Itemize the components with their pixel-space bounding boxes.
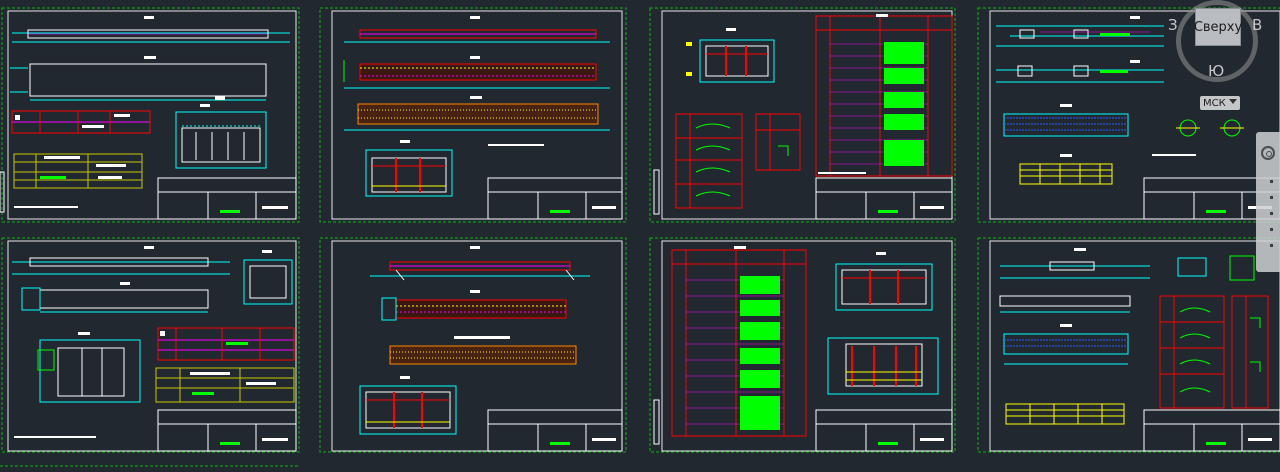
drawing-sheet-5[interactable] bbox=[1, 237, 300, 453]
viewcube[interactable]: Сверху З В Ю bbox=[1168, 0, 1268, 100]
ucs-menu-button[interactable]: МСК bbox=[1200, 96, 1240, 110]
drawing-sheet-3[interactable] bbox=[649, 7, 956, 223]
steering-wheel-icon[interactable] bbox=[1261, 146, 1275, 160]
ucs-menu-label: МСК bbox=[1203, 97, 1226, 109]
compass-east-label[interactable]: В bbox=[1252, 16, 1262, 34]
compass-west-label[interactable]: З bbox=[1168, 16, 1178, 34]
chevron-down-icon bbox=[1229, 99, 1237, 104]
navbar-tool-icon[interactable] bbox=[1270, 196, 1273, 199]
viewcube-top-face[interactable]: Сверху bbox=[1194, 8, 1242, 46]
drawing-canvas[interactable] bbox=[0, 0, 1280, 472]
navbar-tool-icon[interactable] bbox=[1270, 180, 1273, 183]
drawing-sheet-1[interactable] bbox=[0, 7, 300, 223]
drawing-sheet-8[interactable] bbox=[977, 237, 1280, 453]
navbar-tool-icon[interactable] bbox=[1270, 228, 1273, 231]
drawing-sheet-6[interactable] bbox=[319, 237, 627, 453]
drawing-sheet-2[interactable] bbox=[319, 7, 627, 223]
drawing-sheet-7[interactable] bbox=[649, 237, 956, 453]
compass-south-label[interactable]: Ю bbox=[1208, 62, 1224, 80]
navbar-tool-icon[interactable] bbox=[1270, 244, 1273, 247]
navbar-tool-icon[interactable] bbox=[1270, 212, 1273, 215]
